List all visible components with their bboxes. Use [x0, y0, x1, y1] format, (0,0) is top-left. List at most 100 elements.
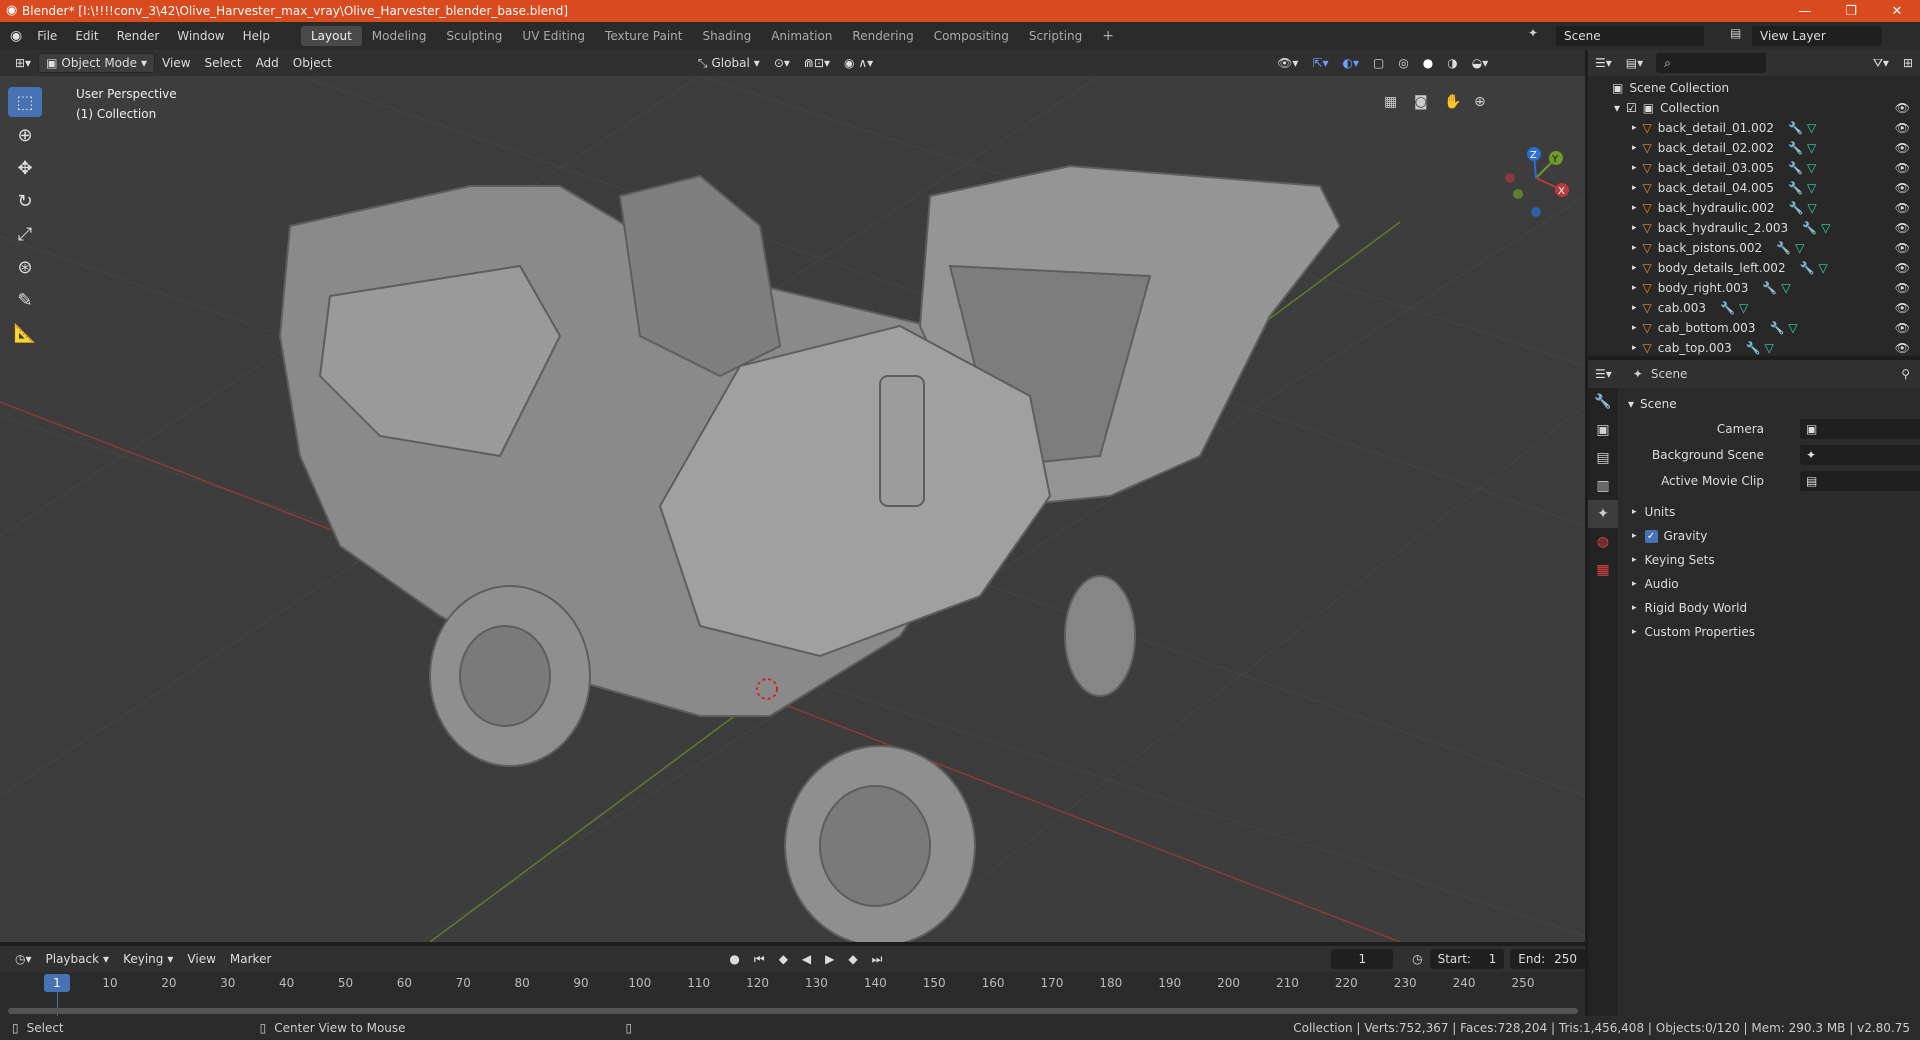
mesh-data-icon[interactable]: ▽	[1821, 221, 1830, 235]
timeline-menu-view[interactable]: View	[180, 949, 222, 969]
viewport-menu-view[interactable]: View	[155, 53, 197, 73]
modifier-wrench-icon[interactable]: 🔧	[1762, 281, 1777, 295]
mesh-data-icon[interactable]: ▽	[1819, 261, 1828, 275]
scene-tab-icon[interactable]: ✦	[1588, 500, 1618, 528]
tab-texture-paint[interactable]: Texture Paint	[595, 26, 692, 46]
mode-selector[interactable]: ▣ Object Mode ▾	[38, 53, 156, 73]
expand-arrow-icon[interactable]: ▸	[1632, 303, 1637, 313]
expand-arrow-icon[interactable]: ▸	[1632, 143, 1637, 153]
outliner-object-row[interactable]: ▸ ▽ back_pistons.002 🔧 ▽ 👁	[1588, 238, 1920, 258]
modifier-wrench-icon[interactable]: 🔧	[1769, 321, 1784, 335]
scale-icon[interactable]: ⤢	[8, 219, 42, 249]
eye-icon[interactable]: 👁	[1895, 341, 1910, 355]
viewport-canvas[interactable]: Z Y X ▦ ◙ ✋ ⊕	[0, 76, 1585, 942]
pan-hand-icon[interactable]: ✋	[1444, 93, 1461, 110]
orientation-selector[interactable]: ⤡ Global ▾	[691, 53, 767, 73]
timeline-area[interactable]: 1 10 20 30 40 50 60 70 80 90 100 110 120 130 140 150 160…	[0, 972, 1585, 1016]
overlay-toggle-icon[interactable]: ◐▾	[1335, 53, 1366, 73]
proportional-edit-icon[interactable]: ◉ ∧▾	[837, 53, 880, 73]
clock-icon[interactable]: ◷	[1405, 949, 1429, 969]
eye-icon[interactable]: 👁	[1895, 221, 1910, 235]
modifier-wrench-icon[interactable]: 🔧	[1720, 301, 1735, 315]
shading-rendered-icon[interactable]: ◒▾	[1465, 53, 1496, 73]
modifier-wrench-icon[interactable]: 🔧	[1746, 341, 1761, 355]
record-icon[interactable]: ●	[722, 949, 746, 969]
viewport-menu-select[interactable]: Select	[198, 53, 249, 73]
expand-arrow-icon[interactable]: ▸	[1632, 163, 1637, 173]
navigation-gizmo[interactable]: Z Y X	[1505, 147, 1569, 217]
subpanel-keying-sets[interactable]: ▸ Keying Sets	[1620, 548, 1920, 572]
expand-arrow-icon[interactable]: ▸	[1632, 123, 1637, 133]
render-tab-icon[interactable]: ▣	[1588, 416, 1618, 444]
menu-edit[interactable]: Edit	[66, 29, 107, 43]
tab-layout[interactable]: Layout	[300, 26, 362, 46]
eye-icon[interactable]: 👁	[1895, 141, 1910, 155]
transform-icon[interactable]: ⊛	[8, 252, 42, 282]
prev-keyframe-icon[interactable]: ◆	[772, 949, 795, 969]
expand-arrow-icon[interactable]: ▸	[1632, 263, 1637, 273]
xray-icon[interactable]: ▢	[1366, 53, 1391, 73]
eye-icon[interactable]: 👁	[1895, 261, 1910, 275]
outliner-object-row[interactable]: ▸ ▽ cab_bottom.003 🔧 ▽ 👁	[1588, 318, 1920, 338]
jump-end-icon[interactable]: ⏭	[865, 949, 890, 969]
timeline-scrollbar[interactable]	[8, 1008, 1578, 1014]
scene-selector[interactable]: Scene	[1556, 26, 1704, 46]
rotate-icon[interactable]: ↻	[8, 186, 42, 216]
timeline-menu-keying[interactable]: Keying ▾	[116, 949, 180, 969]
outliner-object-row[interactable]: ▸ ▽ cab.003 🔧 ▽ 👁	[1588, 298, 1920, 318]
harvester-model[interactable]	[278, 164, 1342, 942]
tab-modeling[interactable]: Modeling	[362, 26, 437, 46]
modifier-wrench-icon[interactable]: 🔧	[1788, 181, 1803, 195]
background-scene-field[interactable]: ✦	[1800, 445, 1920, 465]
play-icon[interactable]: ▶	[818, 949, 841, 969]
timeline-editor-type-icon[interactable]: ◷▾	[8, 949, 39, 969]
expand-arrow-icon[interactable]: ▸	[1632, 223, 1637, 233]
eye-icon[interactable]: 👁	[1895, 281, 1910, 295]
active-movie-clip-field[interactable]: ▤	[1800, 471, 1920, 491]
eye-icon[interactable]: 👁	[1895, 181, 1910, 195]
outliner-scene-collection[interactable]: ▣ Scene Collection	[1588, 78, 1920, 98]
subpanel-custom-properties[interactable]: ▸ Custom Properties	[1620, 620, 1920, 644]
tab-shading[interactable]: Shading	[692, 26, 761, 46]
outliner-object-row[interactable]: ▸ ▽ back_detail_04.005 🔧 ▽ 👁	[1588, 178, 1920, 198]
subpanel-rigid-body-world[interactable]: ▸ Rigid Body World	[1620, 596, 1920, 620]
eye-icon[interactable]: 👁	[1895, 321, 1910, 335]
properties-editor-type-icon[interactable]: ☰▾	[1588, 364, 1619, 384]
play-reverse-icon[interactable]: ◀	[795, 949, 818, 969]
display-mode-icon[interactable]: ▤▾	[1619, 53, 1650, 73]
visibility-icon[interactable]: 👁▾	[1270, 53, 1305, 73]
outliner-object-row[interactable]: ▸ ▽ back_detail_03.005 🔧 ▽ 👁	[1588, 158, 1920, 178]
eye-icon[interactable]: 👁	[1895, 101, 1910, 115]
cursor-icon[interactable]: ⊕	[8, 120, 42, 150]
outliner-search-input[interactable]: ⌕	[1656, 53, 1767, 73]
outliner-object-row[interactable]: ▸ ▽ cab_top.003 🔧 ▽ 👁	[1588, 338, 1920, 358]
end-frame-field[interactable]: End: 250	[1510, 949, 1585, 969]
modifier-wrench-icon[interactable]: 🔧	[1788, 201, 1803, 215]
editor-type-icon[interactable]: ⊞▾	[8, 53, 38, 73]
mesh-data-icon[interactable]: ▽	[1739, 301, 1748, 315]
new-collection-icon[interactable]: ⊞	[1896, 53, 1920, 73]
mesh-data-icon[interactable]: ▽	[1788, 321, 1797, 335]
eye-icon[interactable]: 👁	[1895, 121, 1910, 135]
annotate-icon[interactable]: ✎	[8, 285, 42, 315]
expand-arrow-icon[interactable]: ▸	[1632, 323, 1637, 333]
shading-wireframe-icon[interactable]: ◎	[1391, 53, 1415, 73]
next-keyframe-icon[interactable]: ◆	[841, 949, 864, 969]
tab-uv-editing[interactable]: UV Editing	[512, 26, 595, 46]
3d-viewport[interactable]: Z Y X ▦ ◙ ✋ ⊕	[0, 76, 1585, 942]
mesh-data-icon[interactable]: ▽	[1795, 241, 1804, 255]
menu-window[interactable]: Window	[168, 29, 233, 43]
outliner-object-row[interactable]: ▸ ▽ body_right.003 🔧 ▽ 👁	[1588, 278, 1920, 298]
view-layer-tab-icon[interactable]: ▥	[1588, 472, 1618, 500]
pin-icon[interactable]: ⚲	[1901, 367, 1910, 381]
maximize-button[interactable]: ❐	[1828, 0, 1874, 22]
camera-icon[interactable]: ◙	[1414, 94, 1428, 110]
gravity-checkbox[interactable]: ✓	[1644, 529, 1658, 543]
current-frame-field[interactable]: 1	[1331, 949, 1394, 969]
eye-icon[interactable]: 👁	[1895, 301, 1910, 315]
expand-arrow-icon[interactable]: ▸	[1632, 183, 1637, 193]
scene-panel-header[interactable]: ▾ Scene	[1620, 392, 1920, 416]
mesh-data-icon[interactable]: ▽	[1781, 281, 1790, 295]
viewport-menu-add[interactable]: Add	[249, 53, 286, 73]
timeline-menu-playback[interactable]: Playback ▾	[39, 949, 117, 969]
